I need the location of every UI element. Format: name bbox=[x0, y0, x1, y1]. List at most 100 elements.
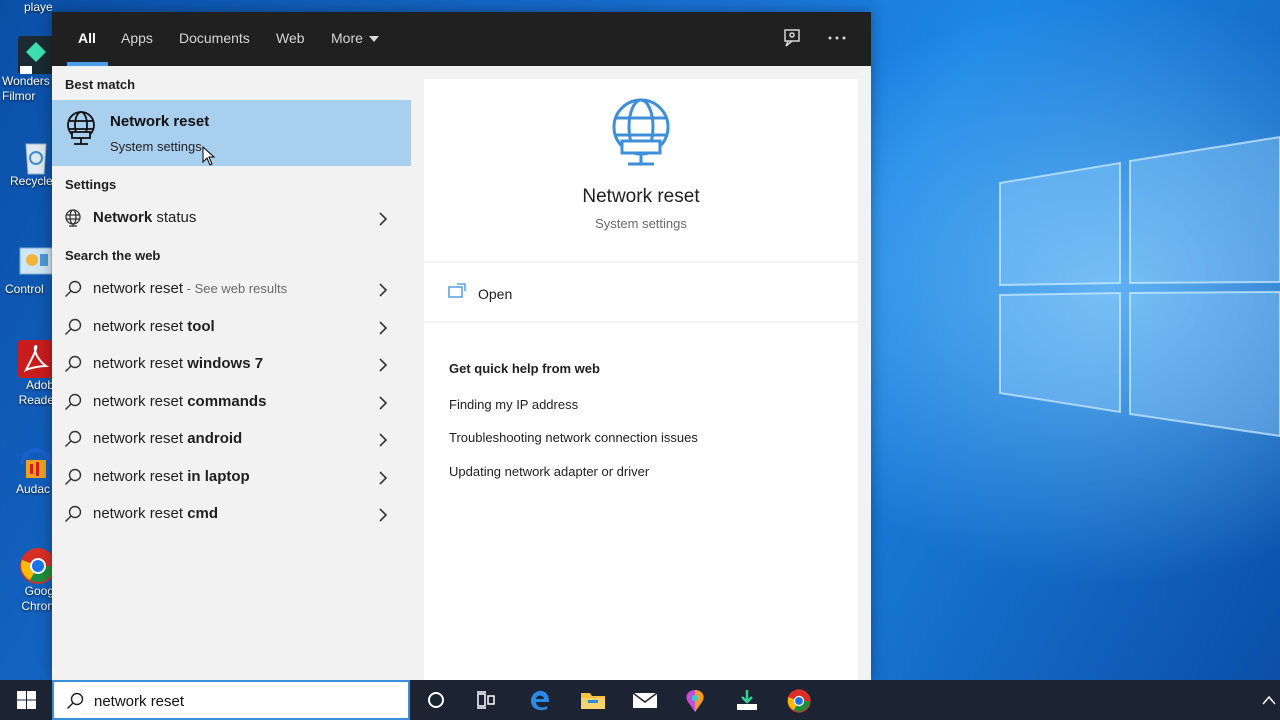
installer-icon bbox=[737, 690, 757, 710]
chevron-down-icon bbox=[368, 36, 379, 43]
tab-web[interactable]: Web bbox=[276, 12, 305, 66]
best-match-heading: Best match bbox=[65, 77, 136, 92]
desktop-icon-label: Goog Chron bbox=[21, 584, 54, 613]
open-label: Open bbox=[478, 286, 513, 302]
chevron-right-icon bbox=[379, 212, 388, 226]
desktop-icon-adobe-reader[interactable]: Adob Reade bbox=[2, 340, 54, 410]
desktop-icon-filmora[interactable]: Wonders Filmor bbox=[2, 36, 54, 106]
web-suggestion-label: network reset - See web results bbox=[93, 280, 288, 297]
search-icon bbox=[65, 468, 82, 485]
globe-icon bbox=[65, 209, 81, 227]
web-suggestion-row[interactable]: network reset tool bbox=[52, 309, 411, 346]
globe-monitor-icon bbox=[67, 111, 95, 145]
file-explorer-icon bbox=[581, 693, 605, 709]
cortana-icon bbox=[428, 692, 444, 708]
taskbar bbox=[0, 680, 1280, 720]
cortana-button[interactable] bbox=[412, 680, 460, 720]
tab-all[interactable]: All bbox=[78, 12, 96, 66]
desktop-icon-label: player bbox=[24, 0, 52, 14]
chrome-icon bbox=[787, 689, 811, 713]
task-view-icon bbox=[477, 691, 495, 709]
chevron-right-icon bbox=[379, 471, 388, 485]
paint-3d-icon bbox=[686, 690, 704, 712]
web-suggestion-label: network reset android bbox=[93, 430, 243, 447]
control-panel-icon bbox=[18, 244, 54, 282]
paint-3d-button[interactable] bbox=[670, 680, 718, 720]
desktop-icon-google-chrome[interactable]: Goog Chron bbox=[2, 546, 56, 616]
web-suggestion-label: network reset in laptop bbox=[93, 468, 250, 485]
task-view-button[interactable] bbox=[462, 680, 510, 720]
mouse-cursor-icon bbox=[202, 146, 216, 166]
mail-button[interactable] bbox=[620, 680, 668, 720]
more-options-icon[interactable] bbox=[826, 27, 848, 49]
chrome-button[interactable] bbox=[774, 680, 822, 720]
tab-documents[interactable]: Documents bbox=[179, 12, 250, 66]
search-panel: All Apps Documents Web More Best match N… bbox=[52, 12, 871, 680]
chevron-right-icon bbox=[379, 508, 388, 522]
desktop-icon-player[interactable]: player bbox=[2, 0, 52, 15]
mail-icon bbox=[632, 692, 658, 708]
desktop-icon-label: Audac bbox=[16, 482, 51, 496]
preview-subtitle: System settings bbox=[595, 216, 687, 231]
web-suggestion-label: network reset windows 7 bbox=[93, 355, 264, 372]
start-button[interactable] bbox=[0, 680, 52, 720]
search-icon bbox=[65, 505, 82, 522]
tab-more-label: More bbox=[331, 30, 363, 46]
help-link[interactable]: Finding my IP address bbox=[449, 397, 578, 412]
preview-header: Network reset System settings bbox=[424, 79, 858, 263]
search-filter-bar: All Apps Documents Web More bbox=[52, 12, 871, 66]
web-suggestion-row[interactable]: network reset in laptop bbox=[52, 459, 411, 496]
desktop-icon-label: Adob Reade bbox=[18, 378, 54, 407]
filmora-app-icon bbox=[18, 36, 54, 74]
web-suggestion-row[interactable]: network reset windows 7 bbox=[52, 346, 411, 383]
tab-more[interactable]: More bbox=[331, 12, 379, 66]
installer-button[interactable] bbox=[722, 680, 770, 720]
chevron-right-icon bbox=[379, 433, 388, 447]
feedback-icon[interactable] bbox=[782, 27, 804, 49]
chevron-right-icon bbox=[379, 283, 388, 297]
best-match-title: Network reset bbox=[110, 113, 210, 130]
chevron-up-icon[interactable] bbox=[1262, 694, 1276, 706]
google-chrome-icon bbox=[18, 546, 56, 584]
settings-heading: Settings bbox=[65, 177, 117, 192]
web-suggestion-label: network reset commands bbox=[93, 393, 267, 410]
help-link[interactable]: Troubleshooting network connection issue… bbox=[449, 430, 698, 445]
web-suggestion-row[interactable]: network reset android bbox=[52, 421, 411, 458]
audacity-icon bbox=[18, 444, 54, 482]
globe-monitor-icon bbox=[612, 98, 670, 166]
tab-apps[interactable]: Apps bbox=[121, 12, 153, 66]
adobe-reader-icon bbox=[18, 340, 54, 378]
search-icon bbox=[65, 393, 82, 410]
web-suggestion-row[interactable]: network reset - See web results bbox=[52, 271, 411, 308]
preview-title: Network reset bbox=[582, 186, 700, 207]
desktop-icon-recycle-bin[interactable]: Recycle bbox=[2, 136, 52, 189]
search-input[interactable] bbox=[94, 688, 394, 714]
chevron-right-icon bbox=[379, 358, 388, 372]
taskbar-search-box[interactable] bbox=[52, 680, 410, 720]
desktop-icon-label: Control bbox=[5, 282, 44, 296]
search-icon bbox=[65, 430, 82, 447]
web-suggestion-label: network reset cmd bbox=[93, 505, 219, 522]
web-suggestion-row[interactable]: network reset cmd bbox=[52, 496, 411, 533]
search-icon bbox=[65, 355, 82, 372]
web-suggestion-row[interactable]: network reset commands bbox=[52, 384, 411, 421]
search-icon bbox=[65, 318, 82, 335]
search-icon bbox=[65, 280, 82, 297]
settings-item-label: Network status bbox=[93, 209, 197, 226]
desktop-icon-label: Wonders Filmor bbox=[2, 74, 50, 103]
settings-item-network-status[interactable]: Network status bbox=[52, 200, 411, 237]
chevron-right-icon bbox=[379, 321, 388, 335]
recycle-bin-icon bbox=[18, 136, 54, 175]
edge-button[interactable] bbox=[516, 680, 564, 720]
chevron-right-icon bbox=[379, 396, 388, 410]
search-icon bbox=[67, 692, 84, 709]
best-match-result[interactable]: Network reset System settings bbox=[52, 100, 411, 166]
windows-start-icon bbox=[17, 691, 36, 709]
help-link[interactable]: Updating network adapter or driver bbox=[449, 464, 649, 479]
desktop-icon-audacity[interactable]: Audac bbox=[2, 444, 52, 497]
edge-icon bbox=[531, 690, 549, 711]
desktop-icon-control-panel[interactable]: Control bbox=[2, 244, 54, 297]
web-suggestion-label: network reset tool bbox=[93, 318, 215, 335]
open-action[interactable]: Open bbox=[424, 265, 858, 323]
file-explorer-button[interactable] bbox=[568, 680, 616, 720]
